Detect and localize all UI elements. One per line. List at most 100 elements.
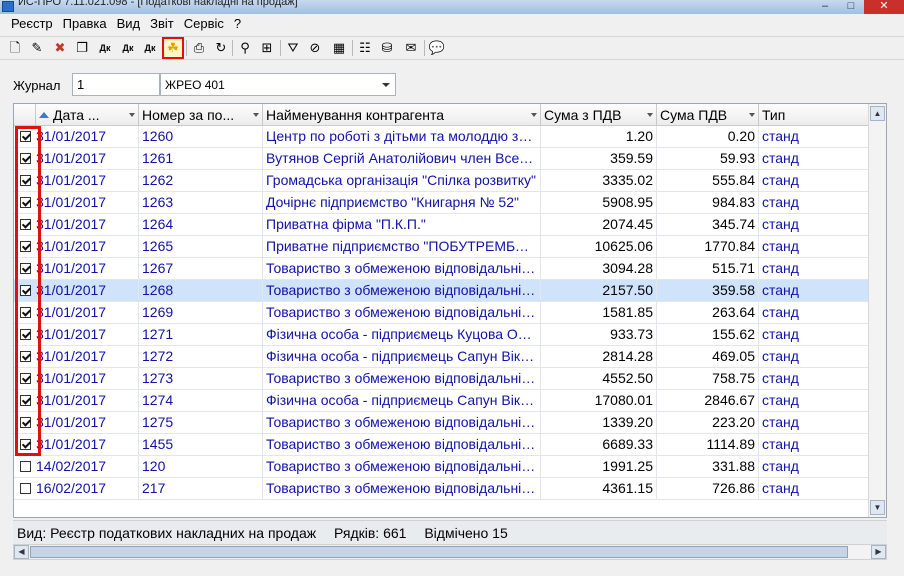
columns-icon[interactable]: ☷ xyxy=(356,39,374,57)
row-checkbox-cell xyxy=(14,324,36,345)
row-checkbox[interactable] xyxy=(19,483,31,494)
cell-date: 31/01/2017 xyxy=(36,126,139,147)
row-checkbox[interactable] xyxy=(19,175,31,186)
cell-counterparty: Фізична особа - підприємець Куцова Олена xyxy=(263,324,541,345)
row-checkbox[interactable] xyxy=(19,307,31,318)
table-row[interactable]: 31/01/2017 1263 Дочірнє підприємство "Книг… xyxy=(14,192,869,214)
menu-item-3[interactable]: Звіт xyxy=(145,15,179,33)
menu-item-0[interactable]: Реєстр xyxy=(6,15,58,33)
header-vat-sum[interactable]: Сума ПДВ xyxy=(657,104,759,126)
header-sum-with-vat[interactable]: Сума з ПДВ xyxy=(541,104,657,126)
table-row[interactable]: 14/02/2017 120 Товариство з обмеженою відп… xyxy=(14,456,869,478)
column-menu-icon[interactable] xyxy=(749,113,755,117)
cell-sum-with-vat: 1.20 xyxy=(541,126,657,147)
table-row[interactable]: 31/01/2017 1264 Приватна фірма "П.К.П." 207… xyxy=(14,214,869,236)
toolbar-separator xyxy=(186,40,187,56)
minimize-button[interactable]: – xyxy=(812,0,838,14)
journal-select[interactable]: ЖРЕО 401 xyxy=(160,73,396,96)
row-checkbox-cell xyxy=(14,214,36,235)
table-row[interactable]: 31/01/2017 1265 Приватне підприємство "ПОБ… xyxy=(14,236,869,258)
tree-icon[interactable]: ⊞ xyxy=(258,39,276,57)
header-counterparty[interactable]: Найменування контрагента xyxy=(263,104,541,126)
row-checkbox[interactable] xyxy=(19,197,31,208)
table-row[interactable]: 31/01/2017 1260 Центр по роботі з дітьми т… xyxy=(14,126,869,148)
scroll-down-icon[interactable]: ▼ xyxy=(870,500,885,515)
row-checkbox[interactable] xyxy=(19,131,31,142)
row-checkbox-cell xyxy=(14,126,36,147)
table-row[interactable]: 31/01/2017 1455 Товариство з обмеженою від… xyxy=(14,434,869,456)
header-date[interactable]: Дата ... xyxy=(36,104,139,126)
new-document-icon[interactable]: 🗋 xyxy=(6,39,24,57)
refresh-icon[interactable]: ↻ xyxy=(212,39,230,57)
grid-icon[interactable]: ▦ xyxy=(330,39,348,57)
table-row[interactable]: 31/01/2017 1268 Товариство з обмеженою від… xyxy=(14,280,869,302)
debit-credit-up-icon[interactable]: Дк xyxy=(141,39,159,57)
column-menu-icon[interactable] xyxy=(531,113,537,117)
menu-item-2[interactable]: Вид xyxy=(112,15,146,33)
horizontal-scrollbar[interactable]: ◀ ▶ xyxy=(13,544,887,560)
scroll-left-icon[interactable]: ◀ xyxy=(14,545,29,559)
cell-sum-with-vat: 17080.01 xyxy=(541,390,657,411)
row-checkbox[interactable] xyxy=(19,395,31,406)
row-checkbox[interactable] xyxy=(19,241,31,252)
cell-date: 31/01/2017 xyxy=(36,236,139,257)
table-row[interactable]: 16/02/2017 217 Товариство з обмеженою відп… xyxy=(14,478,869,500)
table-row[interactable]: 31/01/2017 1267 Товариство з обмеженою від… xyxy=(14,258,869,280)
menu-item-5[interactable]: ? xyxy=(229,15,246,33)
database-icon[interactable]: ⛁ xyxy=(378,39,396,57)
delete-icon[interactable]: ✖ xyxy=(51,39,69,57)
table-row[interactable]: 31/01/2017 1273 Товариство з обмеженою від… xyxy=(14,368,869,390)
menu-item-4[interactable]: Сервіс xyxy=(179,15,229,33)
menu-item-1[interactable]: Правка xyxy=(58,15,112,33)
comment-icon[interactable]: 💬 xyxy=(428,39,446,57)
table-row[interactable]: 31/01/2017 1275 Товариство з обмеженою від… xyxy=(14,412,869,434)
clear-filter-icon[interactable]: ⊘ xyxy=(306,39,324,57)
row-checkbox[interactable] xyxy=(19,263,31,274)
vertical-scrollbar[interactable]: ▲ ▼ xyxy=(868,104,886,517)
scroll-right-icon[interactable]: ▶ xyxy=(871,545,886,559)
row-checkbox-cell xyxy=(14,478,36,499)
header-number[interactable]: Номер за по... xyxy=(139,104,263,126)
table-row[interactable]: 31/01/2017 1269 Товариство з обмеженою від… xyxy=(14,302,869,324)
row-checkbox-cell xyxy=(14,346,36,367)
filter-icon[interactable]: ⛛ xyxy=(284,39,302,57)
edit-icon[interactable]: ✎ xyxy=(28,39,46,57)
maximize-button[interactable]: □ xyxy=(838,0,864,14)
close-button[interactable]: ✕ xyxy=(864,0,904,14)
cell-vat-sum: 331.88 xyxy=(657,456,759,477)
row-checkbox[interactable] xyxy=(19,351,31,362)
journal-code-field[interactable]: 1 xyxy=(72,73,160,96)
debit-credit-icon[interactable]: Дк xyxy=(96,39,114,57)
cell-date: 31/01/2017 xyxy=(36,258,139,279)
row-checkbox[interactable] xyxy=(19,461,31,472)
table-row[interactable]: 31/01/2017 1274 Фізична особа - підприємец… xyxy=(14,390,869,412)
row-checkbox[interactable] xyxy=(19,439,31,450)
debit-credit-down-icon[interactable]: Дк xyxy=(119,39,137,57)
table-row[interactable]: 31/01/2017 1261 Вутянов Сергій Анатолійови… xyxy=(14,148,869,170)
copy-icon[interactable]: ❐ xyxy=(73,39,91,57)
find-icon[interactable]: ⚲ xyxy=(236,39,254,57)
cell-type: станд xyxy=(762,370,799,386)
cell-date: 31/01/2017 xyxy=(36,170,139,191)
header-type[interactable]: Тип xyxy=(759,104,869,126)
column-menu-icon[interactable] xyxy=(253,113,259,117)
column-menu-icon[interactable] xyxy=(129,113,135,117)
group-icon[interactable]: ☘ xyxy=(162,37,184,59)
grid-rows: 31/01/2017 1260 Центр по роботі з дітьми т… xyxy=(14,126,869,500)
scroll-up-icon[interactable]: ▲ xyxy=(870,106,885,121)
hscroll-thumb[interactable] xyxy=(30,546,848,558)
table-row[interactable]: 31/01/2017 1262 Громадська організація "Сп… xyxy=(14,170,869,192)
table-row[interactable]: 31/01/2017 1271 Фізична особа - підприємец… xyxy=(14,324,869,346)
mail-icon[interactable]: ✉ xyxy=(402,39,420,57)
row-checkbox[interactable] xyxy=(19,219,31,230)
dropdown-arrow-icon[interactable] xyxy=(382,83,390,87)
column-menu-icon[interactable] xyxy=(647,113,653,117)
row-checkbox-cell xyxy=(14,170,36,191)
row-checkbox[interactable] xyxy=(19,153,31,164)
row-checkbox[interactable] xyxy=(19,285,31,296)
table-row[interactable]: 31/01/2017 1272 Фізична особа - підприємец… xyxy=(14,346,869,368)
print-icon[interactable]: ⎙ xyxy=(190,39,208,57)
row-checkbox[interactable] xyxy=(19,373,31,384)
row-checkbox[interactable] xyxy=(19,417,31,428)
row-checkbox[interactable] xyxy=(19,329,31,340)
